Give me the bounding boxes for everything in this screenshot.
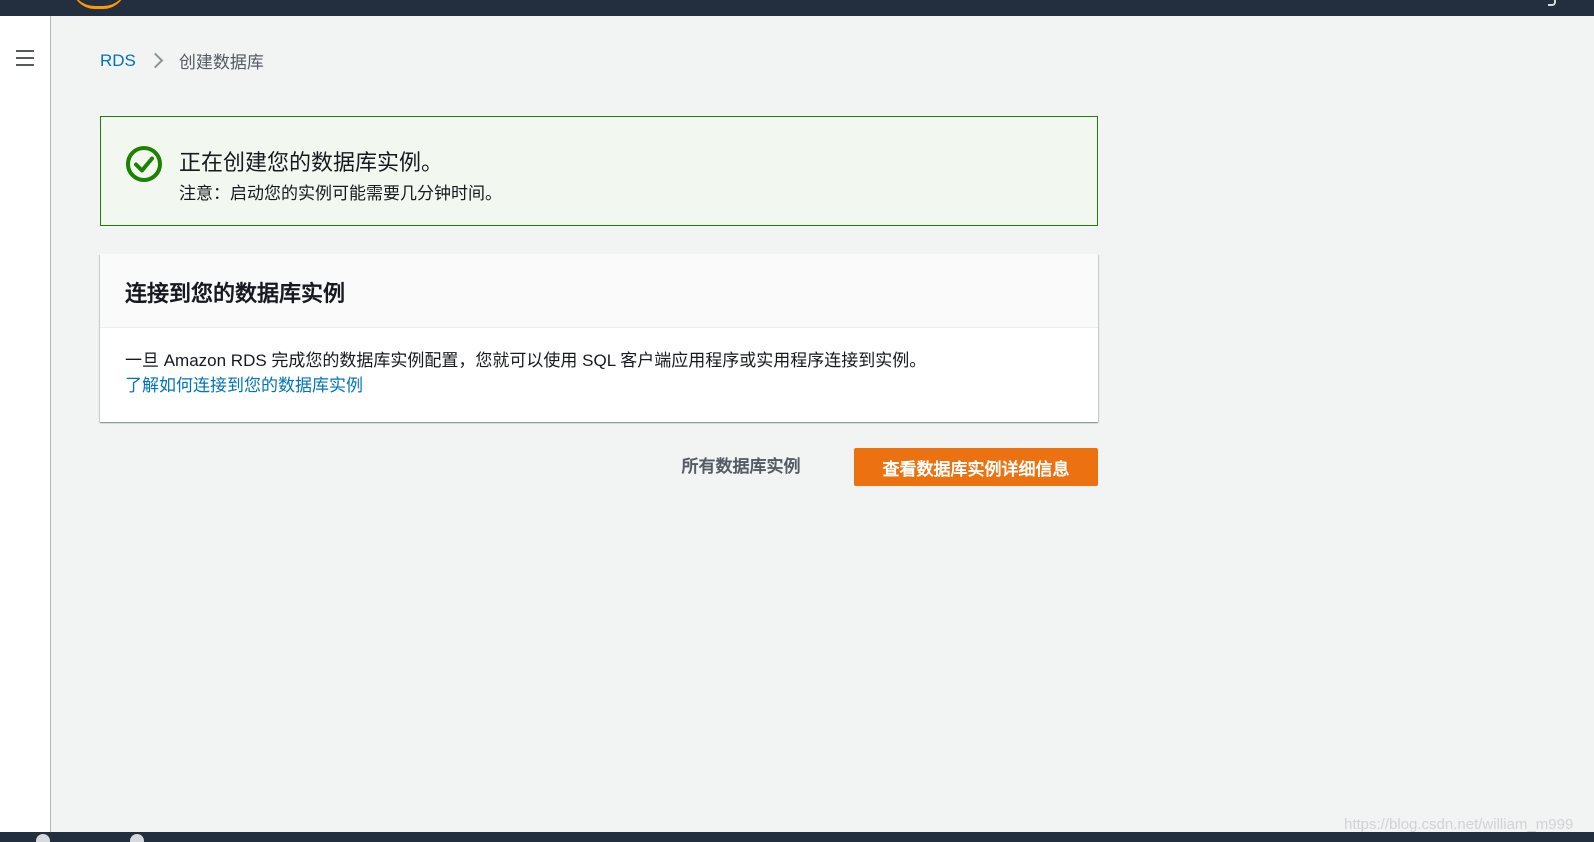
- menu-icon[interactable]: [16, 50, 34, 66]
- breadcrumb-current: 创建数据库: [178, 53, 264, 72]
- flash-note: 注意：启动您的实例可能需要几分钟时间。: [179, 184, 502, 203]
- connect-panel-header: 连接到您的数据库实例: [100, 254, 1098, 328]
- user-menu-icon[interactable]: [1548, 0, 1556, 6]
- view-instance-details-button[interactable]: 查看数据库实例详细信息: [854, 448, 1098, 486]
- bottom-bar: [0, 832, 1594, 842]
- breadcrumb: RDS 创建数据库: [100, 48, 264, 73]
- feedback-icon[interactable]: [36, 834, 50, 842]
- success-flash-message: 正在创建您的数据库实例。 注意：启动您的实例可能需要几分钟时间。: [100, 116, 1098, 226]
- breadcrumb-rds-link[interactable]: RDS: [100, 51, 136, 71]
- learn-connect-link[interactable]: 了解如何连接到您的数据库实例: [125, 371, 363, 396]
- language-icon[interactable]: [130, 834, 144, 842]
- connect-panel-title: 连接到您的数据库实例: [125, 281, 346, 306]
- connect-panel: 连接到您的数据库实例 一旦 Amazon RDS 完成您的数据库实例配置，您就可…: [100, 254, 1098, 422]
- side-navigation: [0, 16, 51, 832]
- chevron-right-icon: [147, 52, 164, 69]
- flash-title: 正在创建您的数据库实例。: [179, 150, 444, 175]
- all-db-instances-button[interactable]: 所有数据库实例: [666, 446, 816, 482]
- connect-panel-description: 一旦 Amazon RDS 完成您的数据库实例配置，您就可以使用 SQL 客户端…: [125, 351, 927, 370]
- top-navigation-bar: [0, 0, 1594, 16]
- watermark-text: https://blog.csdn.net/william_m999: [1344, 816, 1574, 833]
- aws-logo-icon[interactable]: [72, 0, 126, 9]
- success-check-icon: [126, 146, 162, 182]
